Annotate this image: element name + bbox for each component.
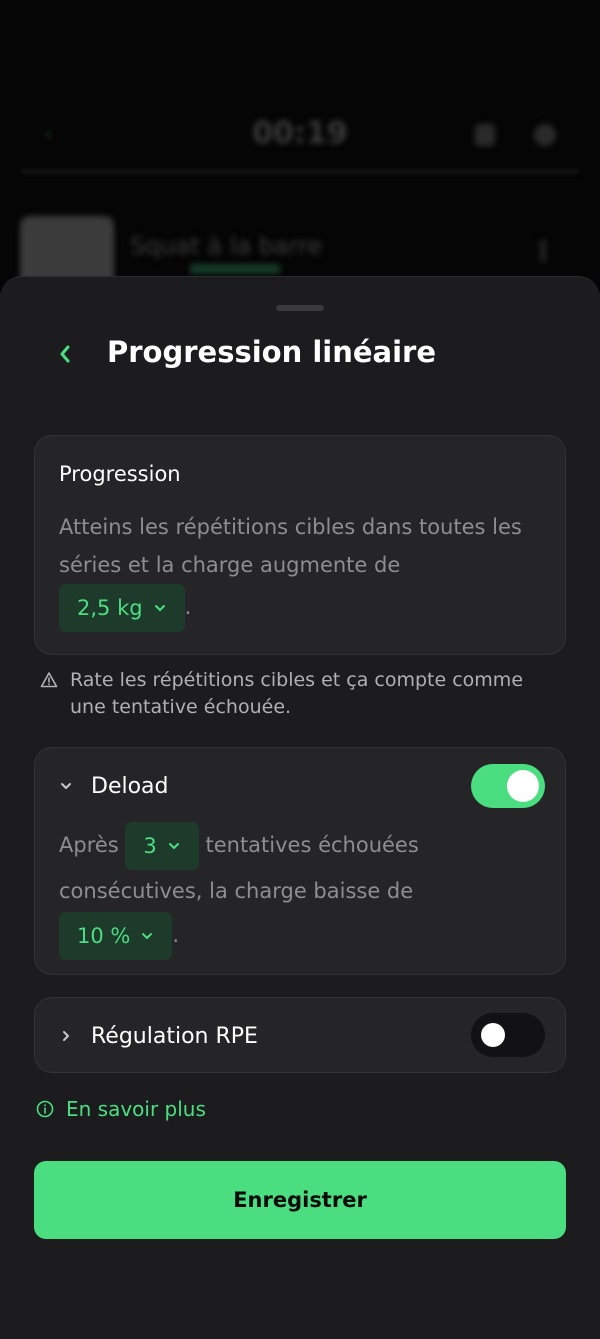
increment-value: 2,5 kg xyxy=(77,596,143,620)
deload-description: Après 3 tentatives échouées consécutives… xyxy=(59,822,549,960)
chevron-down-icon xyxy=(61,783,71,789)
background-toolbar-icon xyxy=(475,124,495,146)
deload-label: Deload xyxy=(91,773,169,799)
deload-card: Deload Après 3 tentatives échouées consé… xyxy=(34,747,566,975)
rpe-label: Régulation RPE xyxy=(91,1023,258,1049)
background-status-chip xyxy=(190,264,280,274)
background-settings-icon xyxy=(534,124,556,146)
chevron-down-icon xyxy=(168,843,179,849)
deload-text-end: . xyxy=(172,923,180,947)
deload-toggle[interactable] xyxy=(471,764,545,808)
toggle-knob xyxy=(507,770,539,802)
chevron-down-icon xyxy=(142,933,153,939)
chevron-right-icon xyxy=(63,1031,69,1041)
info-icon xyxy=(36,1100,54,1118)
learn-more-link[interactable]: En savoir plus xyxy=(36,1097,206,1121)
save-button[interactable]: Enregistrer xyxy=(34,1161,566,1239)
background-more-icon xyxy=(540,240,546,262)
progression-text: Atteins les répétitions cibles dans tout… xyxy=(59,515,522,577)
rpe-toggle[interactable] xyxy=(471,1013,545,1057)
background-screen: ‹ 00:19 Squat à la barre xyxy=(0,0,600,300)
toggle-knob xyxy=(481,1023,505,1047)
deload-header[interactable]: Deload xyxy=(59,770,169,802)
warning-icon xyxy=(40,672,58,688)
progression-description: Atteins les répétitions cibles dans tout… xyxy=(59,508,549,632)
sheet-grabber[interactable] xyxy=(276,305,324,311)
warning-text: Rate les répétitions cibles et ça compte… xyxy=(70,669,524,718)
deload-text-before: Après xyxy=(59,833,119,857)
increment-dropdown[interactable]: 2,5 kg xyxy=(59,584,185,632)
percent-value: 10 % xyxy=(77,924,131,948)
percent-dropdown[interactable]: 10 % xyxy=(59,912,173,960)
attempts-value: 3 xyxy=(143,834,157,858)
rpe-card: Régulation RPE xyxy=(34,997,566,1073)
bottom-sheet: Progression linéaire Progression Atteins… xyxy=(0,276,600,1339)
background-divider xyxy=(22,170,578,173)
sheet-title: Progression linéaire xyxy=(107,335,437,369)
chevron-left-icon xyxy=(60,345,70,363)
back-button[interactable] xyxy=(50,339,80,369)
learn-more-label: En savoir plus xyxy=(66,1097,206,1121)
progression-text-end: . xyxy=(184,595,192,619)
background-timer: 00:19 xyxy=(252,116,348,151)
progression-title: Progression xyxy=(59,462,181,486)
chevron-down-icon xyxy=(154,605,165,611)
background-exercise-title: Squat à la barre xyxy=(130,232,323,260)
rpe-header[interactable]: Régulation RPE xyxy=(59,1020,258,1052)
progression-card: Progression Atteins les répétitions cibl… xyxy=(34,435,566,655)
attempts-dropdown[interactable]: 3 xyxy=(125,822,199,870)
